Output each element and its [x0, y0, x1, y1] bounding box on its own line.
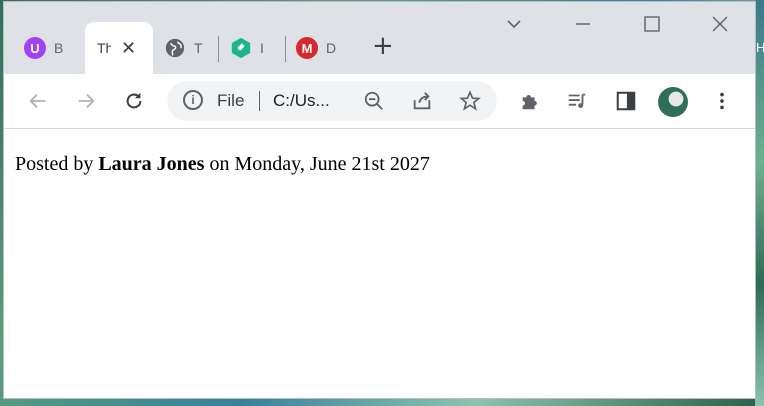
- share-icon: [413, 92, 431, 110]
- tab-title: I: [260, 40, 264, 56]
- zoom-out-icon: [364, 91, 383, 110]
- arrow-left-icon: [29, 93, 46, 109]
- byline-prefix: Posted by: [15, 153, 94, 175]
- tab-4[interactable]: I: [230, 22, 280, 74]
- close-tab-icon[interactable]: ✕: [121, 38, 136, 59]
- info-icon[interactable]: i: [183, 90, 203, 110]
- side-panel-button[interactable]: [614, 89, 638, 113]
- back-button[interactable]: [26, 89, 50, 113]
- more-vert-icon: [720, 92, 724, 110]
- byline-middle: on: [209, 153, 230, 175]
- ublock-icon: U: [24, 37, 46, 59]
- author-name: Laura Jones: [98, 153, 205, 175]
- chevron-down-icon: [507, 20, 521, 29]
- side-panel-icon: [616, 91, 636, 111]
- arrow-right-icon: [78, 93, 95, 109]
- browser-toolbar: i File C:/Us...: [4, 74, 755, 129]
- url-text[interactable]: C:/Us...: [273, 91, 330, 111]
- tab-title: B: [54, 40, 64, 56]
- globe-icon: [165, 38, 185, 58]
- minimize-icon: [576, 23, 590, 25]
- address-bar[interactable]: i File C:/Us...: [167, 81, 497, 121]
- extension-brand-icon: [231, 37, 251, 59]
- reload-icon: [126, 92, 142, 109]
- tab-active[interactable]: Th ✕: [85, 22, 153, 74]
- bookmark-button[interactable]: [459, 90, 481, 112]
- tab-3[interactable]: T: [164, 22, 216, 74]
- tab-strip: U B Th ✕ T I M D +: [4, 2, 755, 74]
- scheme-label: File: [217, 91, 245, 110]
- address-divider: [259, 91, 260, 111]
- tab-title: T: [194, 40, 203, 56]
- tab-1[interactable]: U B: [24, 22, 84, 74]
- close-icon: [712, 16, 728, 32]
- tab-5[interactable]: M D: [296, 22, 348, 74]
- share-button[interactable]: [411, 90, 433, 112]
- close-window-button[interactable]: [710, 14, 730, 39]
- tab-separator: [218, 36, 219, 62]
- puzzle-icon: [522, 95, 537, 110]
- extensions-button[interactable]: [518, 89, 542, 113]
- menu-button[interactable]: [710, 89, 734, 113]
- tab-separator: [285, 36, 286, 62]
- post-date: Monday, June 21st 2027: [234, 153, 430, 175]
- desktop-text: H: [756, 40, 764, 55]
- browser-window: U B Th ✕ T I M D + i File C:/Us... Poste…: [4, 2, 755, 398]
- forward-button[interactable]: [74, 89, 98, 113]
- desktop-background: [755, 0, 764, 406]
- minimize-button[interactable]: [573, 14, 593, 39]
- star-icon: [459, 90, 481, 111]
- maximize-button[interactable]: [642, 14, 662, 39]
- post-byline: Posted by Laura Jones on Monday, June 21…: [15, 153, 430, 176]
- zoom-button[interactable]: [363, 90, 385, 112]
- tab-search-button[interactable]: [504, 14, 524, 39]
- media-control-button[interactable]: [565, 89, 589, 113]
- reload-button[interactable]: [122, 89, 146, 113]
- new-tab-button[interactable]: +: [372, 33, 394, 59]
- tab-title: D: [326, 40, 336, 56]
- mega-icon: M: [296, 37, 318, 59]
- profile-avatar[interactable]: [658, 87, 688, 117]
- tab-title: Th: [97, 40, 111, 56]
- playlist-music-icon: [568, 93, 586, 108]
- maximize-icon: [644, 16, 660, 32]
- page-content: Posted by Laura Jones on Monday, June 21…: [4, 129, 755, 398]
